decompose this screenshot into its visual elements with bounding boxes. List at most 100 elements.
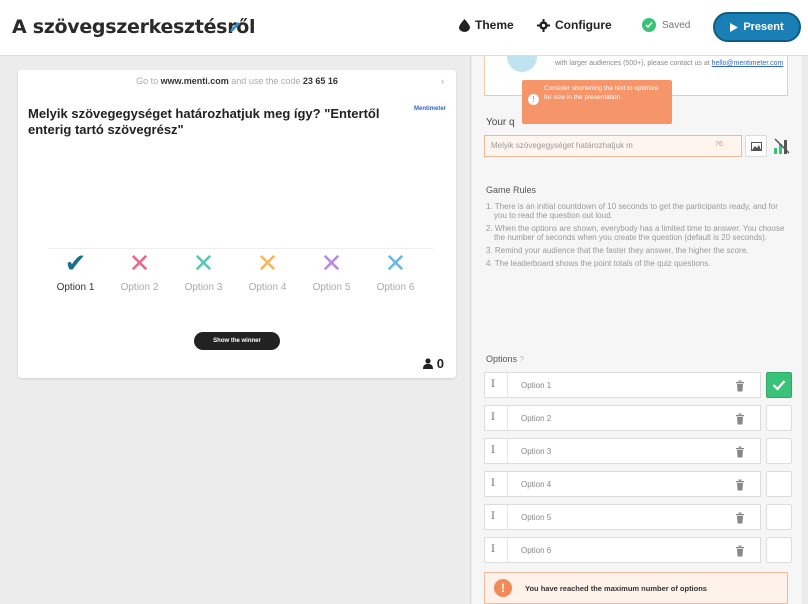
trash-icon[interactable] xyxy=(735,545,745,557)
preview-option: ✔ Option 1 xyxy=(48,249,103,293)
trash-icon[interactable] xyxy=(735,413,745,425)
slide-question: Melyik szövegegységet határozhatjuk meg … xyxy=(28,106,380,137)
char-count: 76 xyxy=(715,141,723,148)
illustration-icon xyxy=(507,56,537,72)
option-value: Option 4 xyxy=(521,480,552,489)
drag-handle-icon[interactable]: I xyxy=(491,445,499,457)
drag-handle-icon[interactable]: I xyxy=(491,511,499,523)
trash-icon[interactable] xyxy=(735,479,745,491)
game-rules-title: Game Rules xyxy=(486,185,537,195)
preview-option-label: Option 2 xyxy=(120,282,159,293)
quiz-options: ✔ Option 1 ✕ Option 2 ✕ Option 3 ✕ Option 4 ✕ Opt… xyxy=(48,248,433,318)
add-image-button[interactable] xyxy=(745,135,767,157)
panel-divider xyxy=(470,56,471,604)
saved-status: Saved xyxy=(642,18,690,32)
option-input[interactable]: I Option 1 xyxy=(484,372,761,398)
card-text: with larger audiences (500+), please con… xyxy=(555,59,785,68)
your-question-label: Your q xyxy=(486,117,515,128)
game-rule-item: 1. There is an initial countdown of 10 s… xyxy=(486,202,778,220)
drag-handle-icon[interactable]: I xyxy=(491,544,499,556)
warning-icon: ! xyxy=(494,579,512,597)
cross-icon: ✕ xyxy=(384,249,407,279)
option-input[interactable]: I Option 5 xyxy=(484,504,761,530)
option-row: I Option 2 xyxy=(484,405,802,431)
option-editor-list: I Option 1 I Option 2 I Option 3 I Option 4 I Opt… xyxy=(484,372,802,570)
game-rule-item: 4. The leaderboard shows the point total… xyxy=(486,259,711,268)
correct-answer-checkbox[interactable] xyxy=(766,537,792,563)
info-icon: ! xyxy=(528,94,539,105)
present-button[interactable]: Present xyxy=(713,12,801,42)
tooltip-text: Consider shortening the text to optimize… xyxy=(544,85,659,101)
option-divider xyxy=(507,373,508,397)
presentation-title[interactable]: A szövegszerkesztésről xyxy=(12,16,256,38)
option-input[interactable]: I Option 2 xyxy=(484,405,761,431)
trash-icon[interactable] xyxy=(735,512,745,524)
trash-icon[interactable] xyxy=(735,380,745,392)
check-circle-icon xyxy=(642,18,656,32)
correct-answer-checkbox[interactable] xyxy=(766,504,792,530)
max-options-banner: ! You have reached the maximum number of… xyxy=(484,572,788,604)
drag-handle-icon[interactable]: I xyxy=(491,478,499,490)
droplet-icon xyxy=(459,18,470,32)
preview-option: ✕ Option 2 xyxy=(112,249,167,293)
play-icon xyxy=(730,22,739,32)
drag-handle-icon[interactable]: I xyxy=(491,412,499,424)
option-row: I Option 4 xyxy=(484,471,802,497)
preview-option-label: Option 4 xyxy=(248,282,287,293)
pencil-icon[interactable] xyxy=(228,20,242,34)
card-body: with larger audiences (500+), please con… xyxy=(555,60,710,67)
preview-option-label: Option 5 xyxy=(312,282,351,293)
game-rules-list: 1. There is an initial countdown of 10 s… xyxy=(486,202,786,272)
join-code: 23 65 16 xyxy=(302,76,338,86)
respondent-counter: 0 xyxy=(422,356,444,371)
voting-settings-button[interactable] xyxy=(770,134,794,158)
preview-option-label: Option 1 xyxy=(56,282,95,293)
question-input[interactable]: Melyik szövegegységet határozhatjuk m xyxy=(484,135,742,157)
option-value: Option 3 xyxy=(521,447,552,456)
configure-label: Configure xyxy=(555,18,612,32)
check-icon: ✔ xyxy=(64,249,87,279)
preview-option-label: Option 6 xyxy=(376,282,415,293)
show-winner-button[interactable]: Show the winner xyxy=(194,332,280,350)
option-value: Option 2 xyxy=(521,414,552,423)
option-value: Option 5 xyxy=(521,513,552,522)
option-value: Option 6 xyxy=(521,546,552,555)
configure-button[interactable]: Configure xyxy=(537,18,612,32)
option-input[interactable]: I Option 6 xyxy=(484,537,761,563)
preview-option: ✕ Option 4 xyxy=(240,249,295,293)
slide-preview[interactable]: Go to www.menti.com and use the code 23 … xyxy=(18,70,456,378)
option-divider xyxy=(507,439,508,463)
cross-icon: ✕ xyxy=(256,249,279,279)
gear-icon xyxy=(537,18,550,32)
drag-handle-icon[interactable]: I xyxy=(491,379,499,391)
cross-icon: ✕ xyxy=(320,249,343,279)
preview-option: ✕ Option 3 xyxy=(176,249,231,293)
option-input[interactable]: I Option 3 xyxy=(484,438,761,464)
cross-icon: ✕ xyxy=(192,249,215,279)
option-row: I Option 1 xyxy=(484,372,802,398)
option-input[interactable]: I Option 4 xyxy=(484,471,761,497)
option-divider xyxy=(507,505,508,529)
theme-button[interactable]: Theme xyxy=(459,18,514,32)
signal-icon xyxy=(774,138,790,154)
contact-link[interactable]: hello@mentimeter.com xyxy=(712,60,784,67)
preview-option-label: Option 3 xyxy=(184,282,223,293)
present-label: Present xyxy=(743,21,784,33)
theme-label: Theme xyxy=(475,18,514,32)
preview-option: ✕ Option 5 xyxy=(304,249,359,293)
person-icon xyxy=(422,358,433,369)
join-middle: and use the code xyxy=(231,76,301,86)
correct-answer-checkbox[interactable] xyxy=(766,471,792,497)
trash-icon[interactable] xyxy=(735,446,745,458)
option-row: I Option 3 xyxy=(484,438,802,464)
option-row: I Option 6 xyxy=(484,537,802,563)
correct-answer-checkbox[interactable] xyxy=(766,372,792,398)
help-icon[interactable]: ? xyxy=(520,355,524,364)
cross-icon: ✕ xyxy=(128,249,151,279)
correct-answer-checkbox[interactable] xyxy=(766,438,792,464)
join-site: www.menti.com xyxy=(160,76,229,86)
shorten-text-tooltip: ! Consider shortening the text to optimi… xyxy=(522,80,672,124)
game-rule-item: 2. When the options are shown, everybody… xyxy=(486,224,785,242)
option-divider xyxy=(507,538,508,562)
correct-answer-checkbox[interactable] xyxy=(766,405,792,431)
